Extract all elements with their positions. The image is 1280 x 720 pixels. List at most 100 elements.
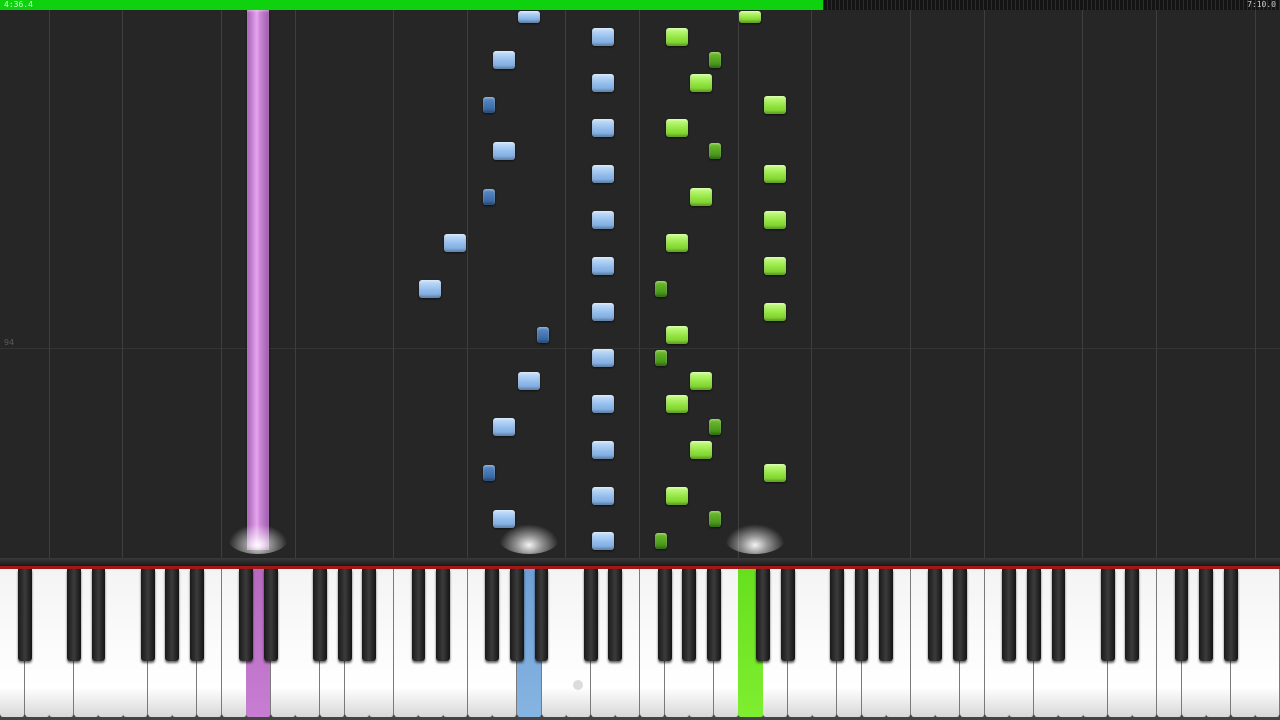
black-key[interactable] bbox=[756, 569, 770, 661]
octave-gridline bbox=[122, 10, 123, 558]
key-hit-spark bbox=[725, 524, 785, 554]
black-key[interactable] bbox=[534, 569, 549, 661]
black-key[interactable] bbox=[190, 569, 204, 661]
falling-note bbox=[666, 395, 688, 413]
time-total: 7:10.0 bbox=[1247, 0, 1276, 9]
octave-gridline bbox=[1156, 10, 1157, 558]
octave-gridline bbox=[738, 10, 739, 558]
falling-note bbox=[666, 487, 688, 505]
falling-note bbox=[483, 465, 495, 481]
measure-number: 94 bbox=[4, 338, 15, 347]
black-key[interactable] bbox=[1026, 569, 1041, 661]
octave-gridline bbox=[295, 10, 296, 558]
falling-note bbox=[764, 464, 786, 482]
falling-note bbox=[592, 303, 614, 321]
black-key[interactable] bbox=[608, 569, 623, 661]
falling-note bbox=[419, 280, 441, 298]
black-key[interactable] bbox=[682, 569, 697, 661]
falling-note bbox=[764, 303, 786, 321]
black-key[interactable] bbox=[436, 569, 450, 661]
falling-note bbox=[592, 74, 614, 92]
black-key[interactable] bbox=[657, 569, 672, 661]
middle-c-marker bbox=[573, 680, 583, 690]
black-key[interactable] bbox=[1002, 569, 1017, 661]
falling-note bbox=[592, 165, 614, 183]
key-hit-spark bbox=[228, 524, 288, 554]
octave-gridline bbox=[1255, 10, 1256, 558]
black-key[interactable] bbox=[337, 569, 352, 661]
black-key[interactable] bbox=[263, 569, 278, 661]
falling-note bbox=[592, 28, 614, 46]
falling-note bbox=[764, 257, 786, 275]
falling-note bbox=[709, 143, 721, 159]
key-hit-spark bbox=[499, 524, 559, 554]
falling-note bbox=[666, 119, 688, 137]
falling-note bbox=[764, 211, 786, 229]
piano-keyboard[interactable] bbox=[0, 558, 1280, 720]
octave-gridline bbox=[811, 10, 812, 558]
falling-note bbox=[483, 189, 495, 205]
black-key[interactable] bbox=[165, 569, 180, 661]
black-key[interactable] bbox=[780, 569, 795, 661]
falling-note bbox=[655, 350, 667, 366]
progress-bar[interactable]: 4:36.4 7:10.0 bbox=[0, 0, 1280, 10]
black-key[interactable] bbox=[854, 569, 869, 661]
black-key[interactable] bbox=[510, 569, 524, 661]
black-key[interactable] bbox=[830, 569, 844, 661]
white-key[interactable] bbox=[1255, 569, 1280, 717]
black-key[interactable] bbox=[485, 569, 500, 661]
falling-note bbox=[666, 28, 688, 46]
black-key[interactable] bbox=[1174, 569, 1189, 661]
black-key[interactable] bbox=[411, 569, 426, 661]
falling-note bbox=[709, 511, 721, 527]
measure-line bbox=[0, 348, 1280, 349]
note-roll: 94 bbox=[0, 10, 1280, 558]
falling-note bbox=[764, 96, 786, 114]
falling-note bbox=[518, 372, 540, 390]
black-key[interactable] bbox=[91, 569, 106, 661]
octave-gridline bbox=[49, 10, 50, 558]
black-key[interactable] bbox=[1125, 569, 1140, 661]
falling-note bbox=[709, 52, 721, 68]
octave-gridline bbox=[565, 10, 566, 558]
falling-note bbox=[655, 533, 667, 549]
falling-note bbox=[739, 11, 761, 23]
black-key[interactable] bbox=[66, 569, 81, 661]
falling-note bbox=[709, 419, 721, 435]
black-key[interactable] bbox=[1051, 569, 1066, 661]
black-key[interactable] bbox=[1100, 569, 1115, 661]
falling-note bbox=[537, 327, 549, 343]
black-key[interactable] bbox=[953, 569, 967, 661]
black-key[interactable] bbox=[706, 569, 721, 661]
black-key[interactable] bbox=[1199, 569, 1214, 661]
octave-gridline bbox=[910, 10, 911, 558]
black-key[interactable] bbox=[1223, 569, 1238, 661]
octave-gridline bbox=[393, 10, 394, 558]
falling-note bbox=[592, 441, 614, 459]
black-key[interactable] bbox=[17, 569, 32, 661]
octave-gridline bbox=[467, 10, 468, 558]
black-key[interactable] bbox=[583, 569, 598, 661]
falling-note bbox=[592, 487, 614, 505]
falling-note bbox=[493, 418, 515, 436]
falling-note bbox=[690, 372, 712, 390]
falling-note bbox=[592, 257, 614, 275]
black-key[interactable] bbox=[313, 569, 327, 661]
octave-gridline bbox=[221, 10, 222, 558]
black-key[interactable] bbox=[140, 569, 155, 661]
black-key[interactable] bbox=[928, 569, 943, 661]
black-key[interactable] bbox=[239, 569, 254, 661]
falling-note bbox=[690, 441, 712, 459]
octave-gridline bbox=[984, 10, 985, 558]
black-key[interactable] bbox=[362, 569, 377, 661]
time-elapsed: 4:36.4 bbox=[4, 0, 33, 9]
falling-note bbox=[666, 326, 688, 344]
falling-note bbox=[592, 395, 614, 413]
falling-note bbox=[483, 97, 495, 113]
falling-note bbox=[690, 188, 712, 206]
falling-note bbox=[592, 211, 614, 229]
black-key[interactable] bbox=[879, 569, 894, 661]
falling-note bbox=[592, 349, 614, 367]
progress-remaining bbox=[823, 0, 1280, 10]
falling-note bbox=[666, 234, 688, 252]
